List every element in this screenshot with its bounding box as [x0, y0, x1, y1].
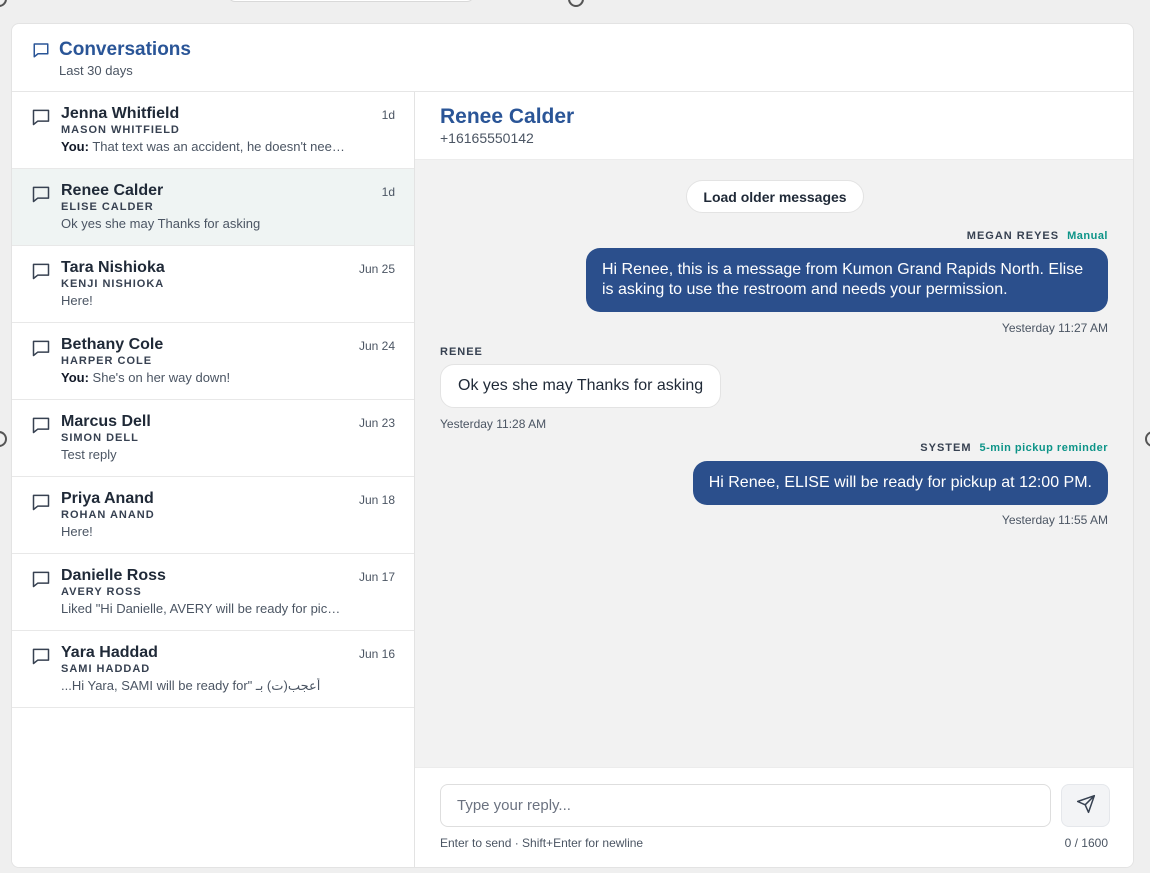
conversation-time: 1d — [381, 185, 395, 199]
message-preview: You: That text was an accident, he doesn… — [61, 139, 346, 154]
chat-bubble-icon — [31, 184, 51, 209]
reply-input[interactable] — [440, 784, 1051, 827]
thread-contact-phone: +16165550142 — [440, 130, 534, 146]
conversation-list: Jenna Whitfield MASON WHITFIELD You: Tha… — [12, 92, 415, 867]
thread-contact-name: Renee Calder — [440, 105, 575, 128]
chat-bubble-icon — [31, 569, 51, 594]
chat-bubble-icon — [31, 261, 51, 286]
message-sender-line: SYSTEM 5-min pickup reminder — [920, 442, 1108, 454]
preview-text: She's on her way down! — [92, 370, 231, 385]
message-thread: Renee Calder +16165550142 Load older mes… — [415, 92, 1133, 867]
paper-plane-icon — [1076, 794, 1096, 817]
contact-name: Renee Calder — [61, 182, 164, 199]
chat-bubble-icon — [31, 107, 51, 132]
conversation-time: Jun 17 — [358, 570, 395, 584]
conversation-time: Jun 24 — [358, 339, 395, 353]
conversations-panel: Conversations Last 30 days Jenna Whitfie… — [11, 23, 1134, 868]
page-subtitle: Last 30 days — [59, 63, 133, 78]
message-tag: 5-min pickup reminder — [979, 442, 1108, 454]
you-prefix: You: — [61, 370, 89, 385]
outgoing-message-bubble: Hi Renee, this is a message from Kumon G… — [586, 248, 1108, 312]
student-name: AVERY ROSS — [61, 586, 142, 598]
message-preview: Liked "Hi Danielle, AVERY will be ready … — [61, 601, 346, 616]
message-timestamp: Yesterday 11:28 AM — [440, 417, 547, 431]
message-preview: Here! — [61, 524, 93, 539]
message-sender: SYSTEM — [920, 442, 972, 454]
preview-text: That text was an accident, he doesn't ne… — [92, 139, 346, 154]
conversation-item-jenna-whitfield[interactable]: Jenna Whitfield MASON WHITFIELD You: Tha… — [12, 92, 414, 169]
chat-bubble-icon — [31, 492, 51, 517]
student-name: HARPER COLE — [61, 355, 153, 367]
student-name: SIMON DELL — [61, 432, 139, 444]
conversation-time: Jun 25 — [358, 262, 395, 276]
composer-hint: Enter to send · Shift+Enter for newline — [440, 836, 644, 850]
chat-bubble-icon — [32, 41, 50, 64]
reply-composer: Enter to send · Shift+Enter for newline … — [415, 767, 1133, 867]
conversation-item-renee-calder[interactable]: Renee Calder ELISE CALDER Ok yes she may… — [12, 169, 414, 246]
message-timestamp: Yesterday 11:55 AM — [1001, 513, 1108, 527]
student-name: MASON WHITFIELD — [61, 124, 180, 136]
message-sender: RENEE — [440, 346, 483, 358]
conversation-time: 1d — [381, 108, 395, 122]
panel-header: Conversations Last 30 days — [12, 24, 1133, 92]
conversation-time: Jun 16 — [358, 647, 395, 661]
conversation-item-priya-anand[interactable]: Priya Anand ROHAN ANAND Here! Jun 18 — [12, 477, 414, 554]
you-prefix: You: — [61, 139, 89, 154]
conversation-item-yara-haddad[interactable]: Yara Haddad SAMI HADDAD أعجب(ت) بـ "Hi Y… — [12, 631, 414, 708]
contact-name: Yara Haddad — [61, 644, 158, 661]
conversation-time: Jun 18 — [358, 493, 395, 507]
student-name: SAMI HADDAD — [61, 663, 151, 675]
contact-name: Danielle Ross — [61, 567, 166, 584]
contact-name: Priya Anand — [61, 490, 154, 507]
contact-name: Marcus Dell — [61, 413, 151, 430]
resize-handle-top[interactable] — [568, 0, 584, 7]
page-title: Conversations — [59, 39, 191, 60]
message-sender: MEGAN REYES — [966, 230, 1060, 242]
chat-bubble-icon — [31, 415, 51, 440]
student-name: ROHAN ANAND — [61, 509, 155, 521]
conversation-item-marcus-dell[interactable]: Marcus Dell SIMON DELL Test reply Jun 23 — [12, 400, 414, 477]
resize-handle-right[interactable] — [1145, 431, 1150, 447]
message-preview: You: She's on her way down! — [61, 370, 346, 385]
chat-bubble-icon — [31, 338, 51, 363]
conversation-item-danielle-ross[interactable]: Danielle Ross AVERY ROSS Liked "Hi Danie… — [12, 554, 414, 631]
send-button[interactable] — [1061, 784, 1110, 827]
message-preview: أعجب(ت) بـ "Hi Yara, SAMI will be ready … — [61, 678, 321, 693]
resize-handle-left[interactable] — [0, 431, 7, 447]
contact-name: Jenna Whitfield — [61, 105, 180, 122]
outgoing-message-bubble: Hi Renee, ELISE will be ready for pickup… — [692, 461, 1108, 505]
message-tag: Manual — [1067, 230, 1108, 242]
conversation-item-bethany-cole[interactable]: Bethany Cole HARPER COLE You: She's on h… — [12, 323, 414, 400]
message-preview: Test reply — [61, 447, 117, 462]
contact-name: Bethany Cole — [61, 336, 164, 353]
thread-header: Renee Calder +16165550142 — [415, 92, 1133, 160]
conversation-time: Jun 23 — [358, 416, 395, 430]
character-counter: 0 / 1600 — [1064, 836, 1108, 850]
top-toolbar-fragment — [228, 0, 474, 2]
student-name: KENJI NISHIOKA — [61, 278, 165, 290]
chat-bubble-icon — [31, 646, 51, 671]
message-preview: Here! — [61, 293, 93, 308]
window-corner-handle — [0, 0, 7, 7]
contact-name: Tara Nishioka — [61, 259, 165, 276]
message-timestamp: Yesterday 11:27 AM — [1001, 321, 1108, 335]
incoming-message-bubble: Ok yes she may Thanks for asking — [440, 364, 722, 408]
message-sender-line: MEGAN REYES Manual — [967, 230, 1108, 242]
conversation-item-tara-nishioka[interactable]: Tara Nishioka KENJI NISHIOKA Here! Jun 2… — [12, 246, 414, 323]
load-older-messages-button[interactable]: Load older messages — [686, 180, 864, 213]
message-preview: Ok yes she may Thanks for asking — [61, 216, 261, 231]
student-name: ELISE CALDER — [61, 201, 154, 213]
